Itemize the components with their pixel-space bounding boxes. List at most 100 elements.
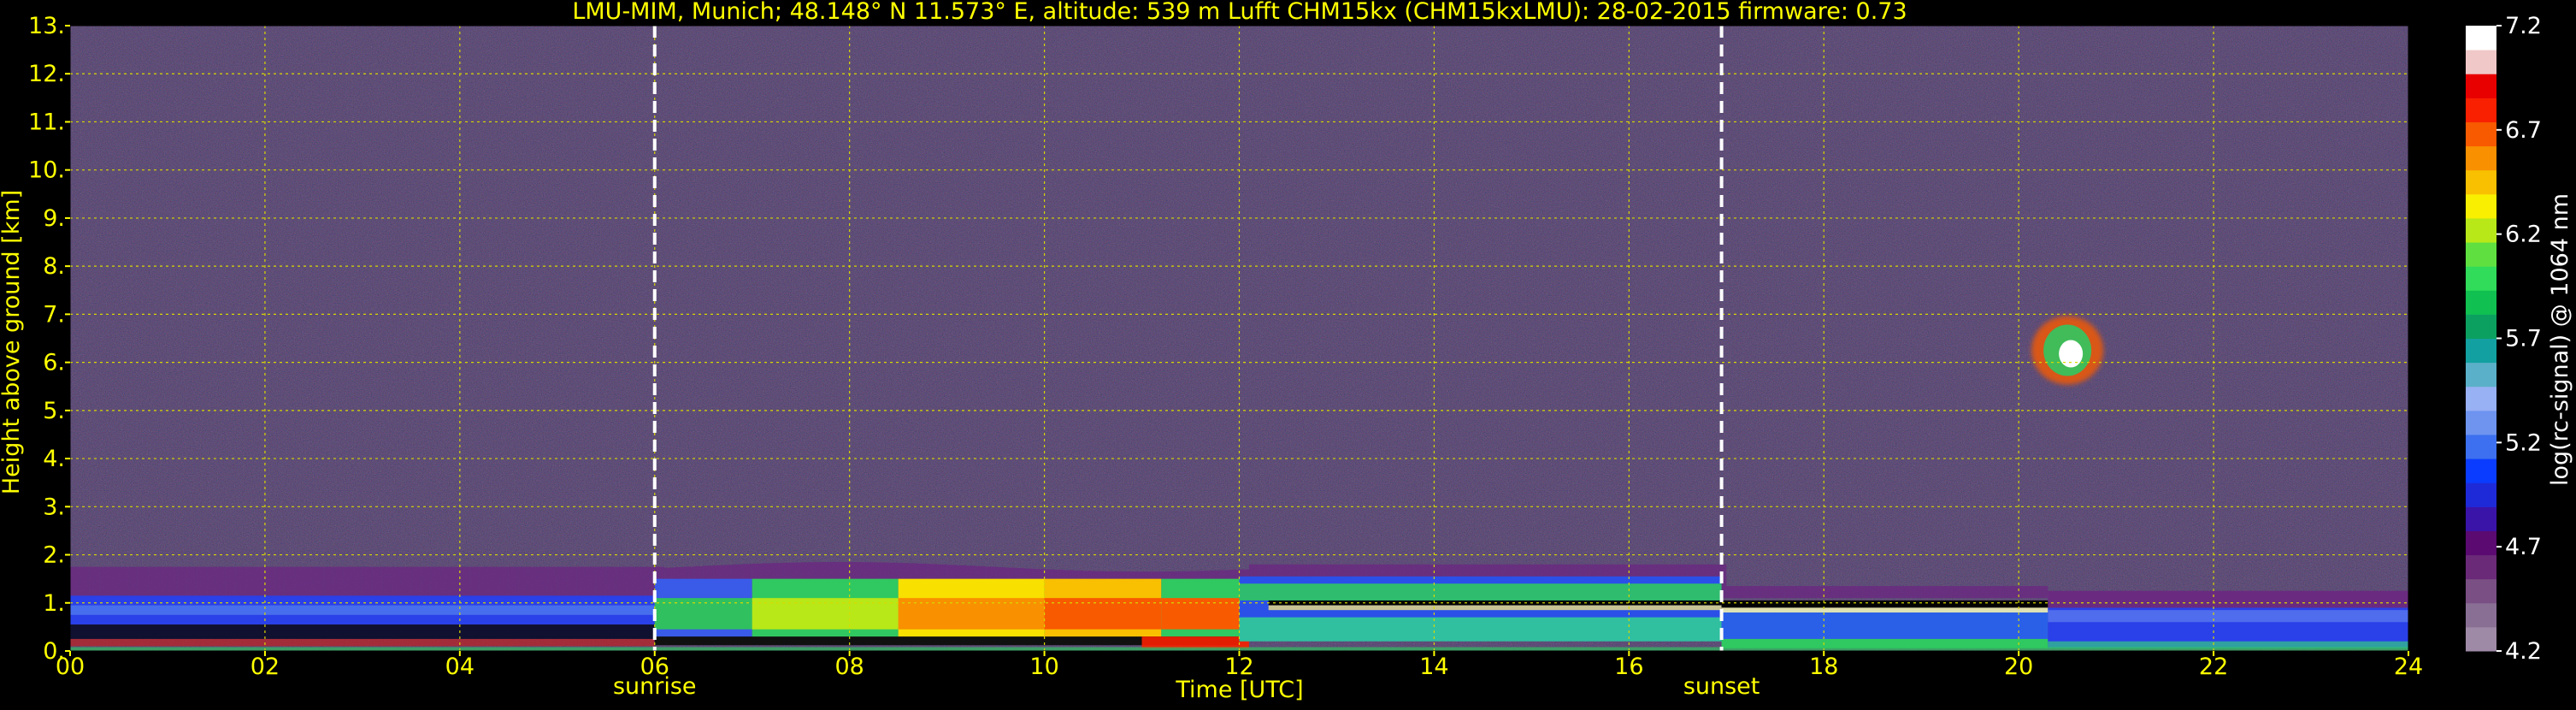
- aerosol-top: [1833, 586, 1844, 599]
- aerosol-top: [148, 566, 158, 599]
- aerosol-top: [1736, 586, 1747, 599]
- late-purple: [2048, 590, 2408, 608]
- aerosol-top: [304, 566, 314, 599]
- afternoon-low: [1239, 617, 1722, 642]
- y-tick-label: 10.: [28, 157, 65, 184]
- aerosol-top: [333, 566, 344, 599]
- colorbar-segment: [2466, 169, 2496, 195]
- evening-black-line: [1721, 600, 2048, 608]
- colorbar-segment: [2466, 506, 2496, 531]
- colorbar-segment: [2466, 530, 2496, 556]
- colorbar-segment: [2466, 74, 2496, 98]
- aerosol-top: [138, 566, 149, 599]
- aerosol-top: [323, 566, 333, 599]
- aerosol-top: [586, 566, 597, 599]
- aerosol-top: [518, 566, 528, 599]
- colorbar-segment: [2466, 386, 2496, 411]
- x-axis-label: Time [UTC]: [1175, 677, 1303, 703]
- aerosol-top: [1746, 586, 1756, 599]
- aerosol-top: [1989, 586, 2000, 599]
- colorbar-segment: [2466, 217, 2496, 243]
- aerosol-top: [1795, 586, 1805, 599]
- aerosol-top: [274, 566, 285, 599]
- colorbar-segment: [2466, 410, 2496, 435]
- aerosol-top: [469, 566, 480, 599]
- aerosol-top: [450, 566, 460, 599]
- aerosol-top: [284, 566, 295, 599]
- aerosol-top: [118, 566, 129, 599]
- aerosol-top: [1784, 586, 1795, 599]
- y-tick-label: 11.: [28, 109, 65, 135]
- colorbar-segment: [2466, 626, 2496, 652]
- aerosol-top: [255, 566, 265, 599]
- y-tick-label: 5.: [43, 398, 65, 424]
- aerosol-top: [1882, 586, 1893, 599]
- colorbar-tick-label: 5.7: [2505, 326, 2542, 352]
- colorbar: 4.2 4.7 5.2 5.7 6.2 6.7 7.2: [2466, 13, 2542, 665]
- aerosol-top: [616, 566, 626, 599]
- colorbar-segment: [2466, 434, 2496, 459]
- aerosol-top: [440, 566, 451, 599]
- colorbar-segment: [2466, 362, 2496, 388]
- aerosol-top: [489, 566, 499, 599]
- aerosol-top: [392, 566, 402, 599]
- aerosol-top: [401, 566, 411, 599]
- aerosol-top: [1892, 586, 1902, 599]
- day-surface: [1141, 636, 1249, 649]
- aerosol-top: [362, 566, 373, 599]
- night-low: [70, 624, 655, 639]
- colorbar-tick-label: 6.7: [2505, 117, 2542, 144]
- colorbar-segment: [2466, 26, 2496, 50]
- aerosol-top: [186, 566, 197, 599]
- aerosol-top: [2019, 586, 2029, 599]
- colorbar-segment: [2466, 50, 2496, 74]
- colorbar-segment: [2466, 242, 2496, 267]
- aerosol-top: [1775, 586, 1785, 599]
- aerosol-top: [1901, 586, 1912, 599]
- aerosol-top: [1999, 586, 2009, 599]
- night-surface: [70, 638, 655, 647]
- aerosol-top: [313, 566, 324, 599]
- aerosol-top: [80, 566, 90, 599]
- aerosol-top: [372, 566, 382, 599]
- aerosol-top: [1979, 586, 1989, 599]
- y-tick-label: 3.: [43, 494, 65, 520]
- aerosol-top: [479, 566, 490, 599]
- aerosol-top: [2028, 586, 2038, 599]
- aerosol-top: [245, 566, 256, 599]
- aerosol-top: [1804, 586, 1814, 599]
- aerosol-top: [1921, 586, 1931, 599]
- ceilometer-chart: sunrise sunset 00 02 04 06 08 10 12 14 16 18 20 22 24…: [0, 0, 2576, 707]
- aerosol-top: [528, 566, 538, 599]
- colorbar-segment: [2466, 578, 2496, 604]
- aerosol-top: [625, 566, 635, 599]
- aerosol-top: [547, 566, 557, 599]
- x-tick-label: 16: [1614, 654, 1643, 680]
- evening-blue: [1721, 610, 2048, 644]
- aerosol-top: [206, 566, 216, 599]
- aerosol-top: [567, 566, 577, 599]
- aerosol-top: [381, 566, 392, 599]
- aerosol-top: [508, 566, 519, 599]
- aerosol-top: [177, 566, 187, 599]
- aerosol-top: [1862, 586, 1873, 599]
- colorbar-segment: [2466, 266, 2496, 291]
- colorbar-tick-label: 5.2: [2505, 429, 2542, 456]
- x-tick-label: 18: [1809, 654, 1838, 680]
- y-tick-label: 0.: [43, 638, 65, 665]
- aerosol-top: [1853, 586, 1863, 599]
- aerosol-top: [226, 566, 236, 599]
- aerosol-top: [430, 566, 441, 599]
- aerosol-top: [109, 566, 119, 599]
- colorbar-segment: [2466, 554, 2496, 580]
- aerosol-top: [410, 566, 421, 599]
- aerosol-top: [89, 566, 100, 599]
- colorbar-tick-label: 4.2: [2505, 638, 2542, 665]
- colorbar-segment: [2466, 459, 2496, 483]
- colorbar-segment: [2466, 121, 2496, 147]
- aerosol-top: [1765, 586, 1776, 599]
- aerosol-top: [1911, 586, 1922, 599]
- y-tick-label: 9.: [43, 205, 65, 232]
- y-axis-label: Height above ground [km]: [0, 190, 25, 494]
- aerosol-top: [343, 566, 353, 599]
